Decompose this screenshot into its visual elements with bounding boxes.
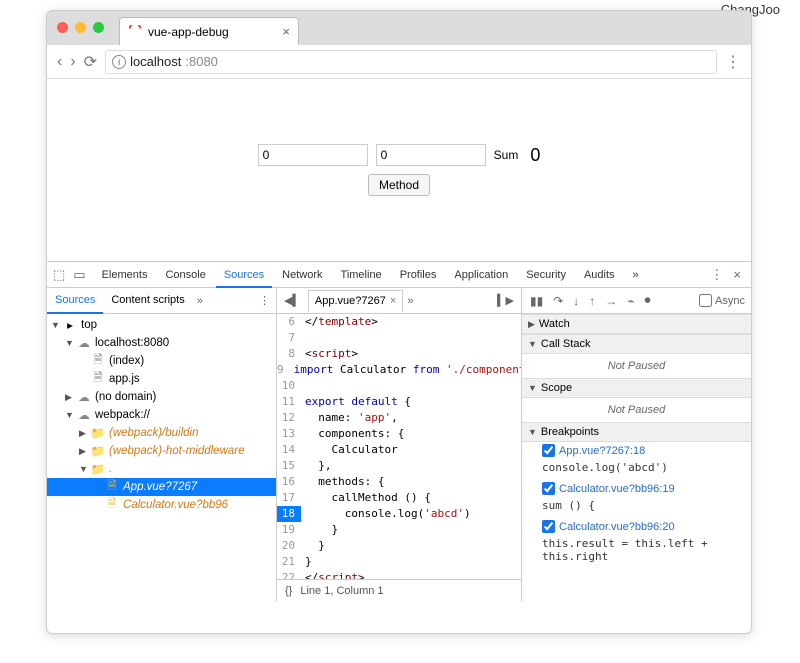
breakpoint-code: this.result = this.left + this.right bbox=[522, 535, 751, 569]
browser-tab[interactable]: vue-app-debug × bbox=[119, 17, 299, 45]
devtools-tabs-overflow-icon[interactable]: » bbox=[625, 262, 647, 288]
breakpoint-checkbox[interactable] bbox=[542, 520, 555, 533]
left-input[interactable] bbox=[258, 144, 368, 166]
step-icon[interactable]: → bbox=[603, 294, 619, 308]
breakpoint-row[interactable]: Calculator.vue?bb96:19 bbox=[522, 480, 751, 497]
back-button-icon[interactable]: ‹ bbox=[57, 53, 62, 71]
tree-top[interactable]: ▼▸top bbox=[47, 316, 276, 334]
method-button[interactable]: Method bbox=[368, 174, 430, 196]
pause-exceptions-icon[interactable]: ⏺ bbox=[643, 293, 653, 308]
breakpoint-row[interactable]: Calculator.vue?bb96:20 bbox=[522, 518, 751, 535]
sum-label: Sum bbox=[494, 148, 519, 162]
step-out-icon[interactable]: ↑ bbox=[587, 294, 597, 308]
tree-file-appvue[interactable]: 🗎App.vue?7267 bbox=[47, 478, 276, 496]
tree-hotmiddleware[interactable]: ▶📁(webpack)-hot-middleware bbox=[47, 442, 276, 460]
close-window-icon[interactable] bbox=[57, 22, 68, 33]
navigator-toggle-icon[interactable]: ◀▍ bbox=[281, 294, 304, 307]
reload-icon[interactable]: ⟳ bbox=[84, 52, 97, 72]
url-host: localhost bbox=[130, 54, 181, 69]
call-stack-not-paused: Not Paused bbox=[522, 354, 751, 378]
device-toggle-icon[interactable]: ▭ bbox=[73, 267, 85, 283]
breakpoint-checkbox[interactable] bbox=[542, 444, 555, 457]
devtools-tab-console[interactable]: Console bbox=[157, 262, 213, 288]
inspect-element-icon[interactable]: ⬚ bbox=[53, 267, 65, 283]
editor-overflow-icon[interactable]: » bbox=[407, 295, 413, 307]
devtools-tab-application[interactable]: Application bbox=[446, 262, 516, 288]
tree-index[interactable]: 🗎(index) bbox=[47, 352, 276, 370]
navigator-overflow-icon[interactable]: » bbox=[197, 295, 203, 307]
navigator-menu-icon[interactable]: ⋮ bbox=[259, 294, 270, 307]
section-watch[interactable]: ▶Watch bbox=[522, 314, 751, 334]
devtools-tab-timeline[interactable]: Timeline bbox=[333, 262, 390, 288]
devtools-tab-security[interactable]: Security bbox=[518, 262, 574, 288]
favicon-icon bbox=[128, 25, 142, 39]
editor-tab-close-icon[interactable]: × bbox=[390, 292, 396, 310]
breakpoint-code: console.log('abcd') bbox=[522, 459, 751, 480]
breakpoint-checkbox[interactable] bbox=[542, 482, 555, 495]
section-scope[interactable]: ▼Scope bbox=[522, 378, 751, 398]
pause-icon[interactable]: ▮▮ bbox=[528, 294, 545, 308]
devtools-tab-network[interactable]: Network bbox=[274, 262, 330, 288]
browser-window: vue-app-debug × ‹ › ⟳ i localhost :8080 ⋮… bbox=[46, 10, 752, 634]
devtools-panel: ⬚ ▭ ElementsConsoleSourcesNetworkTimelin… bbox=[47, 261, 751, 601]
forward-button-icon[interactable]: › bbox=[70, 53, 75, 71]
devtools-tab-bar: ⬚ ▭ ElementsConsoleSourcesNetworkTimelin… bbox=[47, 262, 751, 288]
tree-file-calculatorvue[interactable]: 🗎Calculator.vue?bb96 bbox=[47, 496, 276, 514]
section-call-stack[interactable]: ▼Call Stack bbox=[522, 334, 751, 354]
sum-value: 0 bbox=[530, 145, 540, 166]
navigator-tab-content-scripts[interactable]: Content scripts bbox=[103, 288, 192, 314]
tree-host[interactable]: ▼☁localhost:8080 bbox=[47, 334, 276, 352]
devtools-close-icon[interactable]: × bbox=[729, 267, 745, 282]
tab-close-icon[interactable]: × bbox=[282, 24, 290, 39]
devtools-tab-elements[interactable]: Elements bbox=[94, 262, 156, 288]
code-area[interactable]: 6</template>78<script>9import Calculator… bbox=[277, 314, 521, 579]
scope-not-paused: Not Paused bbox=[522, 398, 751, 422]
tree-nodomain[interactable]: ▶☁(no domain) bbox=[47, 388, 276, 406]
tab-title: vue-app-debug bbox=[148, 25, 229, 39]
devtools-tab-audits[interactable]: Audits bbox=[576, 262, 623, 288]
source-editor: ◀▍ App.vue?7267 × » ▍▶ 6</template>78<sc… bbox=[277, 288, 522, 601]
deactivate-bp-icon[interactable]: ⌁ bbox=[625, 294, 636, 308]
minimize-window-icon[interactable] bbox=[75, 22, 86, 33]
browser-menu-icon[interactable]: ⋮ bbox=[725, 52, 741, 72]
devtools-tab-profiles[interactable]: Profiles bbox=[392, 262, 445, 288]
step-into-icon[interactable]: ↓ bbox=[571, 294, 581, 308]
braces-icon[interactable]: {} bbox=[285, 585, 292, 597]
editor-file-tab[interactable]: App.vue?7267 × bbox=[308, 290, 403, 312]
url-bar: ‹ › ⟳ i localhost :8080 ⋮ bbox=[47, 45, 751, 79]
site-info-icon[interactable]: i bbox=[112, 55, 126, 69]
devtools-menu-icon[interactable]: ⋮ bbox=[706, 267, 727, 283]
breakpoint-code: sum () { bbox=[522, 497, 751, 518]
breakpoint-row[interactable]: App.vue?7267:18 bbox=[522, 442, 751, 459]
maximize-window-icon[interactable] bbox=[93, 22, 104, 33]
tab-bar: vue-app-debug × bbox=[47, 11, 751, 45]
debugger-sidebar: ▮▮ ↷ ↓ ↑ → ⌁ ⏺ Async ▶Watch ▼Call Stack … bbox=[522, 288, 751, 601]
address-bar[interactable]: i localhost :8080 bbox=[105, 50, 717, 74]
right-input[interactable] bbox=[376, 144, 486, 166]
page-content: Sum 0 Method bbox=[47, 79, 751, 261]
traffic-lights bbox=[57, 22, 104, 33]
devtools-tab-sources[interactable]: Sources bbox=[216, 262, 272, 288]
tree-appjs[interactable]: 🗎app.js bbox=[47, 370, 276, 388]
debugger-toggle-icon[interactable]: ▍▶ bbox=[494, 294, 517, 307]
tree-buildin[interactable]: ▶📁(webpack)/buildin bbox=[47, 424, 276, 442]
tree-dot[interactable]: ▼📁. bbox=[47, 460, 276, 478]
step-over-icon[interactable]: ↷ bbox=[551, 294, 565, 308]
url-port: :8080 bbox=[185, 54, 218, 69]
section-breakpoints[interactable]: ▼Breakpoints bbox=[522, 422, 751, 442]
async-checkbox[interactable]: Async bbox=[699, 294, 745, 307]
sources-navigator: Sources Content scripts » ⋮ ▼▸top ▼☁loca… bbox=[47, 288, 277, 601]
tree-webpack[interactable]: ▼☁webpack:// bbox=[47, 406, 276, 424]
cursor-position: Line 1, Column 1 bbox=[300, 585, 383, 597]
navigator-tab-sources[interactable]: Sources bbox=[47, 288, 103, 314]
